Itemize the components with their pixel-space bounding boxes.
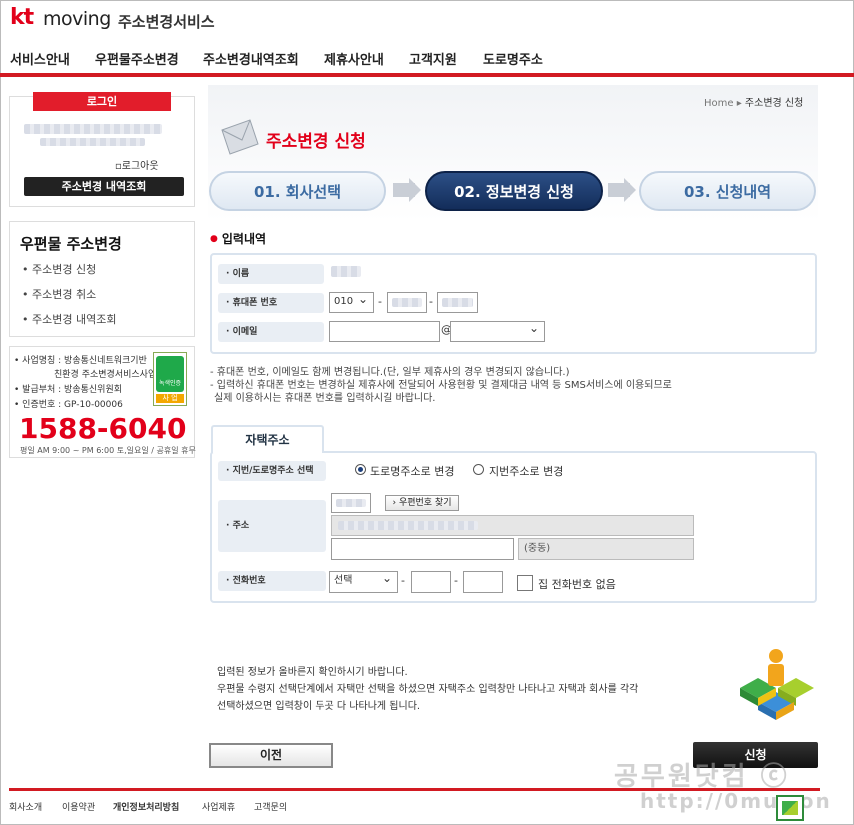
step-select-company: 01. 회사선택 (209, 171, 386, 211)
confirm-text-2: 우편물 수령지 선택단계에서 자택만 선택을 하셨으면 자택주소 입력창만 나타… (217, 684, 639, 695)
customer-phone: 1588-6040 (19, 412, 187, 445)
address-type-label: 지번/도로명주소 선택 (218, 461, 326, 481)
tel-dash-2: - (454, 574, 458, 587)
footer-company[interactable]: 회사소개 (9, 800, 42, 813)
footer-contact[interactable]: 고객문의 (254, 800, 287, 813)
nav-change-history[interactable]: 주소변경내역조회 (203, 49, 299, 68)
zipcode-input[interactable] (331, 493, 371, 513)
phone-middle-input[interactable] (387, 292, 427, 313)
user-info-blurred-2 (40, 138, 145, 146)
phone-dash: - (378, 295, 382, 308)
confirm-text-3: 선택하셨으면 입력창이 두곳 다 나타나게 됩니다. (217, 701, 421, 712)
service-name: 주소변경서비스 (118, 13, 215, 31)
input-section-title: 입력내역 (210, 230, 266, 247)
email-domain-select[interactable] (450, 319, 545, 342)
side-menu-title: 우편물 주소변경 (20, 235, 122, 253)
side-menu-history[interactable]: • 주소변경 내역조회 (22, 311, 116, 327)
nav-mail-address-change[interactable]: 우편물주소변경 (95, 49, 179, 68)
footer-terms[interactable]: 이용약관 (62, 800, 95, 813)
info-project: • 사업명칭 : 방송통신네트워크기반 (14, 356, 147, 366)
info-ministry: • 발급부처 : 방송통신위원회 (14, 385, 123, 395)
phone-label: 휴대폰 번호 (218, 293, 324, 313)
email-label: 이메일 (218, 322, 324, 342)
phone-dash-2: - (429, 295, 433, 308)
confirm-text-1: 입력된 정보가 올바른지 확인하시기 바랍니다. (217, 667, 408, 678)
info-cert-number: • 인증번호 : GP-10-00006 (14, 400, 123, 410)
prev-button[interactable]: 이전 (209, 743, 333, 768)
address-detail-input[interactable] (331, 538, 514, 560)
radio-road-address-label: 도로명주소로 변경 (370, 465, 455, 478)
footer-partnership[interactable]: 사업제휴 (202, 800, 235, 813)
address-line1-input[interactable] (331, 515, 694, 536)
cube-illustration-icon (740, 649, 814, 720)
info-project-2: 친환경 주소변경서비스사업 (54, 370, 157, 380)
step-history: 03. 신청내역 (639, 171, 816, 211)
step-arrow-2 (608, 178, 636, 202)
green-cert-label: 사 업 (156, 394, 184, 403)
envelope-icon (221, 119, 259, 155)
address-dong: (중동) (518, 538, 694, 560)
tel-last-input[interactable] (463, 571, 503, 593)
phone-last-input[interactable] (437, 292, 478, 313)
login-tab: 로그인 (33, 92, 171, 111)
tel-dash: - (401, 574, 405, 587)
step-info-change: 02. 정보변경 신청 (425, 171, 603, 211)
side-menu-apply[interactable]: • 주소변경 신청 (22, 261, 96, 277)
name-value-blurred (331, 266, 361, 277)
moving-logo: moving (43, 8, 111, 30)
kt-logo[interactable]: kt (10, 5, 34, 30)
logout-link[interactable]: ▫로그아웃 (115, 157, 159, 172)
tel-label: 전화번호 (218, 571, 326, 591)
phone-prefix-select[interactable]: 010 (329, 290, 374, 313)
tel-area-select[interactable]: 선택 (329, 569, 398, 593)
nav-support[interactable]: 고객지원 (409, 49, 457, 68)
email-id-input[interactable] (329, 321, 440, 342)
radio-lot-address-label: 지번주소로 변경 (489, 465, 564, 478)
step-arrow-1 (393, 178, 421, 202)
nav-partners[interactable]: 제휴사안내 (324, 49, 384, 68)
no-home-phone-label: 집 전화번호 없음 (538, 578, 616, 591)
breadcrumb: Home ▸ 주소변경 신청 (704, 98, 804, 109)
nav-road-address[interactable]: 도로명주소 (483, 49, 543, 68)
footer-divider (9, 788, 820, 791)
tab-home-address[interactable]: 자택주소 (211, 425, 324, 453)
service-hours: 평일 AM 9:00 ~ PM 6:00 토,일요일 / 공휴일 휴무 (20, 446, 196, 455)
green-cert-icon: 녹색인증 (156, 356, 184, 392)
user-info-blurred (24, 124, 162, 134)
zipcode-search-button[interactable]: › 우편번호 찾기 (385, 495, 459, 511)
name-label: 이름 (218, 264, 324, 284)
footer-privacy[interactable]: 개인정보처리방침 (113, 800, 179, 813)
footer-badge-icon (776, 795, 804, 821)
note-3: 실제 이용하시는 휴대폰 번호를 입력하시길 바랍니다. (214, 393, 436, 404)
radio-lot-address[interactable] (473, 464, 484, 475)
no-home-phone-checkbox[interactable] (517, 575, 533, 591)
nav-service-info[interactable]: 서비스안내 (10, 49, 70, 68)
page-title: 주소변경 신청 (266, 132, 366, 152)
nav-divider (0, 73, 854, 77)
side-menu-cancel[interactable]: • 주소변경 취소 (22, 286, 96, 302)
radio-road-address[interactable] (355, 464, 366, 475)
address-label: 주소 (218, 500, 326, 552)
history-button[interactable]: 주소변경 내역조회 (24, 177, 184, 196)
tel-middle-input[interactable] (411, 571, 451, 593)
